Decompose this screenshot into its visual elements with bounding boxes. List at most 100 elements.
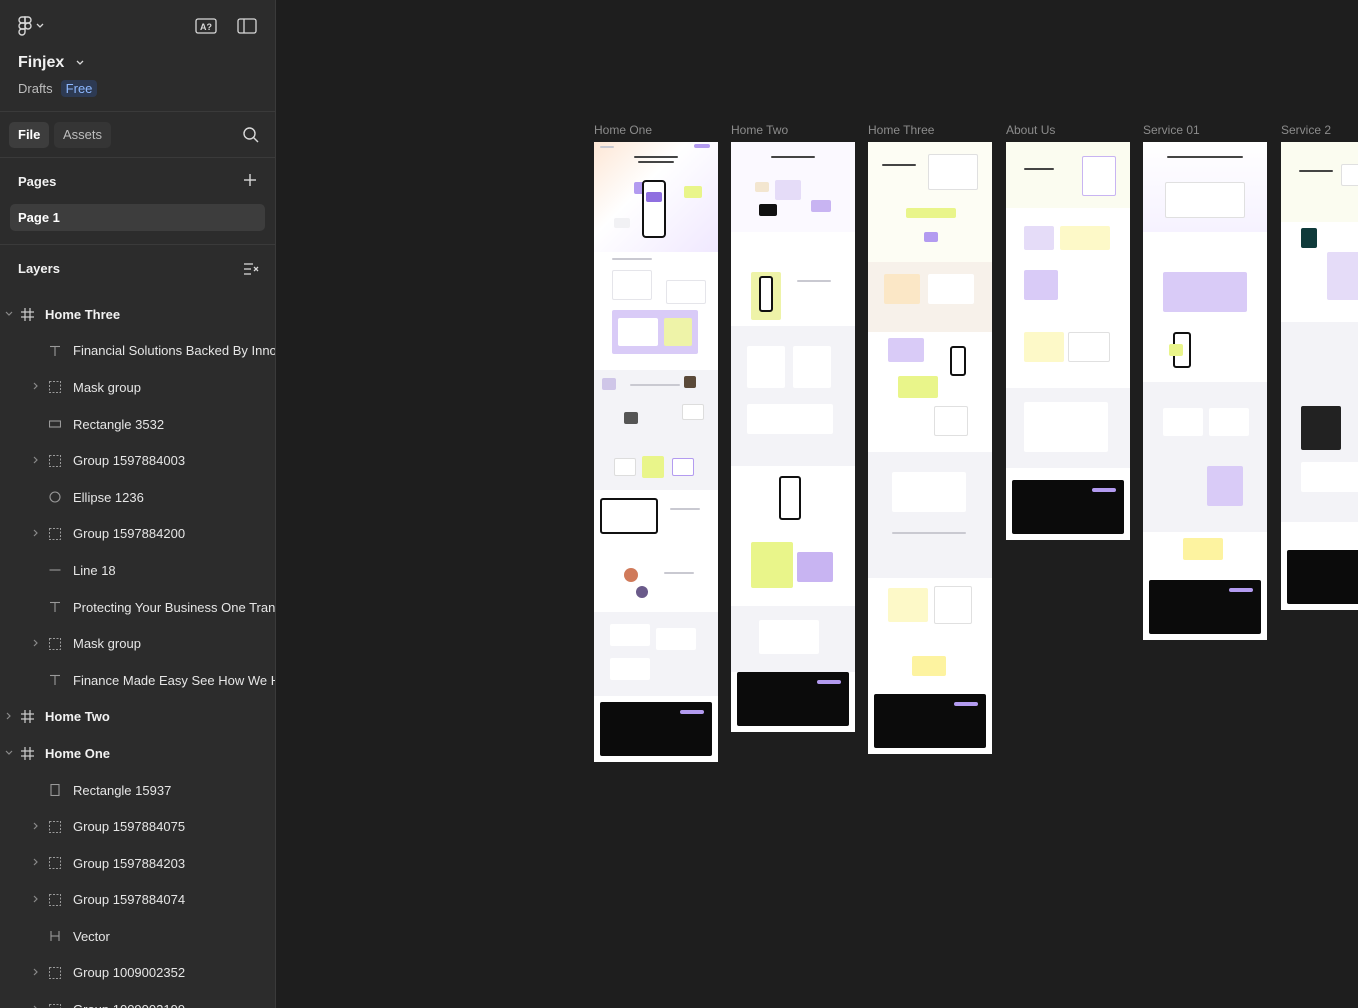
- hero-section: [868, 142, 992, 262]
- frame-service-01[interactable]: [1143, 142, 1267, 640]
- chevron-down-icon[interactable]: [4, 309, 14, 319]
- feature-card: [1068, 332, 1110, 362]
- dashboard-card: [928, 154, 978, 190]
- layer-item-group-1009002352[interactable]: Group 1009002352: [0, 955, 275, 992]
- hero-card: [755, 182, 769, 192]
- feature-card: [682, 404, 704, 420]
- drafts-link[interactable]: Drafts: [18, 81, 53, 96]
- svg-text:A?: A?: [200, 22, 212, 32]
- hero-heading: [771, 156, 815, 158]
- hero-section: [1281, 142, 1358, 222]
- layer-item-group-1597884075[interactable]: Group 1597884075: [0, 808, 275, 845]
- frame-icon: [20, 710, 34, 724]
- frame-label-service-01[interactable]: Service 01: [1143, 123, 1200, 137]
- layer-frame-home-three[interactable]: Home Three: [0, 296, 275, 333]
- section-heading: [797, 280, 831, 282]
- layer-item-financial-solutions-backed-by-innovation[interactable]: Financial Solutions Backed By Innovation: [0, 333, 275, 370]
- layer-item-group-1597884003[interactable]: Group 1597884003: [0, 442, 275, 479]
- toggle-sidebar-icon[interactable]: [236, 16, 258, 36]
- chevron-right-icon[interactable]: [31, 456, 41, 466]
- hero-card: [1341, 164, 1358, 186]
- layer-item-mask-group[interactable]: Mask group: [0, 625, 275, 662]
- frame-home-two[interactable]: [731, 142, 855, 732]
- layer-name: Line 18: [73, 562, 116, 578]
- tab-assets[interactable]: Assets: [54, 122, 112, 148]
- testimonial-section: [731, 606, 855, 672]
- frame-about-us[interactable]: [1006, 142, 1130, 540]
- rectangle-tall-icon: [48, 783, 62, 797]
- layer-item-finance-made-easy-see-how-we-help[interactable]: Finance Made Easy See How We Help: [0, 662, 275, 699]
- main-menu-button[interactable]: [18, 15, 54, 37]
- feature-card: [898, 376, 938, 398]
- footer-block: [874, 694, 986, 748]
- frame-icon: [20, 746, 34, 760]
- group-icon: [48, 527, 62, 541]
- layer-item-group-1597884074[interactable]: Group 1597884074: [0, 882, 275, 919]
- feature-card: [928, 274, 974, 304]
- layers-title: Layers: [18, 261, 60, 276]
- testimonial-card: [759, 620, 819, 654]
- layer-frame-home-two[interactable]: Home Two: [0, 699, 275, 736]
- feature-card: [797, 552, 833, 582]
- layer-item-group-1597884203[interactable]: Group 1597884203: [0, 845, 275, 882]
- layer-item-mask-group[interactable]: Mask group: [0, 369, 275, 406]
- layer-item-ellipse-1236[interactable]: Ellipse 1236: [0, 479, 275, 516]
- frame-label-home-three[interactable]: Home Three: [868, 123, 934, 137]
- layer-item-rectangle-3532[interactable]: Rectangle 3532: [0, 406, 275, 443]
- layer-item-line-18[interactable]: Line 18: [0, 552, 275, 589]
- chevron-right-icon[interactable]: [31, 895, 41, 905]
- nav-logo: [600, 146, 614, 148]
- chevron-down-icon: [36, 23, 44, 28]
- section-heading: [630, 384, 680, 386]
- chart-card: [934, 406, 968, 436]
- layer-name: Financial Solutions Backed By Innovation: [73, 343, 275, 359]
- line-icon: [48, 563, 62, 577]
- ai-tools-icon[interactable]: A?: [195, 16, 217, 36]
- chevron-right-icon[interactable]: [31, 858, 41, 868]
- chevron-right-icon[interactable]: [31, 968, 41, 978]
- hero-card: [1169, 344, 1183, 356]
- pages-title: Pages: [18, 174, 57, 189]
- ai-tools-glyph: A?: [195, 18, 217, 34]
- layer-frame-home-one[interactable]: Home One: [0, 735, 275, 772]
- chevron-right-icon[interactable]: [31, 529, 41, 539]
- frame-label-about-us[interactable]: About Us: [1006, 123, 1055, 137]
- add-page-button[interactable]: [242, 172, 260, 190]
- list-filter-icon: [244, 263, 259, 275]
- pricing-card: [888, 588, 928, 622]
- feature-card: [1060, 226, 1110, 250]
- layers-options-button[interactable]: [243, 261, 259, 277]
- design-canvas[interactable]: Home One Home Two Home Three About Us Se…: [277, 0, 1358, 1008]
- chart-mini: [664, 318, 692, 346]
- chevron-right-icon[interactable]: [31, 639, 41, 649]
- frame-service-2[interactable]: [1281, 142, 1358, 610]
- testimonial-card: [610, 624, 650, 646]
- layer-item-protecting-your-business-one-transaction[interactable]: Protecting Your Business One Transaction: [0, 589, 275, 626]
- chevron-right-icon[interactable]: [31, 1005, 41, 1008]
- chevron-right-icon[interactable]: [31, 382, 41, 392]
- footer-block: [1149, 580, 1261, 634]
- footer-block: [737, 672, 849, 726]
- frame-label-home-one[interactable]: Home One: [594, 123, 652, 137]
- tab-file[interactable]: File: [9, 122, 50, 148]
- layer-item-vector[interactable]: Vector: [0, 918, 275, 955]
- frame-home-one[interactable]: [594, 142, 718, 762]
- chevron-down-icon[interactable]: [4, 748, 14, 758]
- layer-item-group-1597884200[interactable]: Group 1597884200: [0, 516, 275, 553]
- layer-name: Rectangle 3532: [73, 416, 165, 432]
- frame-label-home-two[interactable]: Home Two: [731, 123, 788, 137]
- layer-item-group-1009002199[interactable]: Group 1009002199: [0, 991, 275, 1008]
- file-name-button[interactable]: Finjex: [18, 54, 84, 72]
- hero-heading: [882, 164, 916, 166]
- layer-name: Rectangle 15937: [73, 782, 172, 798]
- layer-item-rectangle-15937[interactable]: Rectangle 15937: [0, 772, 275, 809]
- features-section: [1143, 382, 1267, 532]
- search-layers-button[interactable]: [242, 126, 260, 144]
- page-item-page-1[interactable]: Page 1: [10, 204, 265, 231]
- frame-label-service-2[interactable]: Service 2: [1281, 123, 1331, 137]
- chevron-right-icon[interactable]: [4, 712, 14, 722]
- showcase-section: [731, 466, 855, 606]
- frame-home-three[interactable]: [868, 142, 992, 754]
- layer-name: Group 1597884075: [73, 819, 186, 835]
- chevron-right-icon[interactable]: [31, 822, 41, 832]
